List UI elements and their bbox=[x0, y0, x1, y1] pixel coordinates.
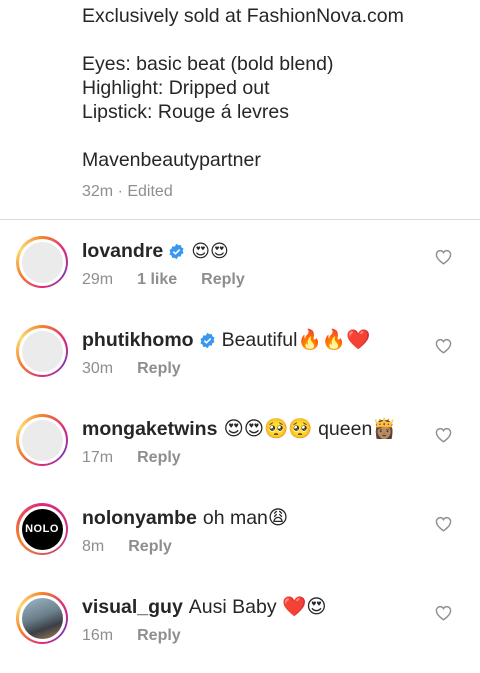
comment-item: lovandre 😍😍 29m 1 like Reply bbox=[0, 236, 480, 325]
reply-button[interactable]: Reply bbox=[137, 626, 181, 646]
comment-time: 29m bbox=[82, 271, 114, 288]
comment-item: visual_guy Ausi Baby ❤️😍 16m Reply bbox=[0, 592, 480, 673]
reply-button[interactable]: Reply bbox=[128, 537, 172, 557]
comment-text: Beautiful🔥🔥❤️ bbox=[221, 329, 371, 351]
caption-meta: 32m · Edited bbox=[82, 183, 173, 200]
avatar[interactable] bbox=[16, 236, 68, 288]
verified-badge-icon bbox=[200, 332, 215, 348]
comment-text: Ausi Baby ❤️😍 bbox=[188, 596, 327, 618]
comment-username[interactable]: phutikhomo bbox=[82, 327, 194, 353]
heart-outline-icon[interactable] bbox=[435, 427, 452, 443]
reply-button[interactable]: Reply bbox=[201, 270, 245, 290]
avatar-photo bbox=[21, 597, 63, 639]
comment-time: 17m bbox=[82, 449, 114, 466]
heart-outline-icon[interactable] bbox=[435, 249, 452, 265]
reply-button[interactable]: Reply bbox=[137, 448, 181, 468]
comment-time: 30m bbox=[82, 360, 114, 377]
comment-text: 😍😍🥺🥺 queen👸🏽 bbox=[223, 418, 397, 440]
caption-line: Highlight: Dripped out bbox=[82, 77, 270, 99]
caption-line: Exclusively sold at FashionNova.com bbox=[82, 5, 404, 27]
comment-username[interactable]: lovandre bbox=[82, 238, 163, 264]
caption: Exclusively sold at FashionNova.com Eyes… bbox=[82, 4, 472, 202]
comment-username[interactable]: mongaketwins bbox=[82, 416, 217, 442]
caption-line: Eyes: basic beat (bold blend) bbox=[82, 53, 334, 75]
comment-item: mongaketwins 😍😍🥺🥺 queen👸🏽 17m Reply bbox=[0, 414, 480, 503]
comment-username[interactable]: nolonyambe bbox=[82, 505, 197, 531]
heart-outline-icon[interactable] bbox=[435, 605, 452, 621]
avatar-logo: NOLO bbox=[21, 508, 63, 550]
comment-username[interactable]: visual_guy bbox=[82, 594, 183, 620]
comment-item: NOLO nolonyambe oh man😩 8m Reply bbox=[0, 503, 480, 592]
comment-time: 8m bbox=[82, 538, 105, 555]
avatar[interactable] bbox=[16, 592, 68, 644]
divider bbox=[0, 219, 480, 220]
heart-outline-icon[interactable] bbox=[435, 338, 452, 354]
avatar[interactable] bbox=[16, 414, 68, 466]
verified-badge-icon bbox=[169, 243, 184, 259]
comment-text: oh man😩 bbox=[202, 507, 289, 529]
comment-time: 16m bbox=[82, 627, 114, 644]
reply-button[interactable]: Reply bbox=[137, 359, 181, 379]
comment-item: phutikhomo Beautiful🔥🔥❤️ 30m Reply bbox=[0, 325, 480, 414]
avatar[interactable]: NOLO bbox=[16, 503, 68, 555]
comment-likes[interactable]: 1 like bbox=[137, 270, 177, 290]
heart-outline-icon[interactable] bbox=[435, 516, 452, 532]
avatar[interactable] bbox=[16, 325, 68, 377]
comment-text: 😍😍 bbox=[191, 241, 229, 261]
caption-mention[interactable]: Mavenbeautypartner bbox=[82, 148, 472, 172]
caption-line: Lipstick: Rouge á levres bbox=[82, 101, 290, 123]
